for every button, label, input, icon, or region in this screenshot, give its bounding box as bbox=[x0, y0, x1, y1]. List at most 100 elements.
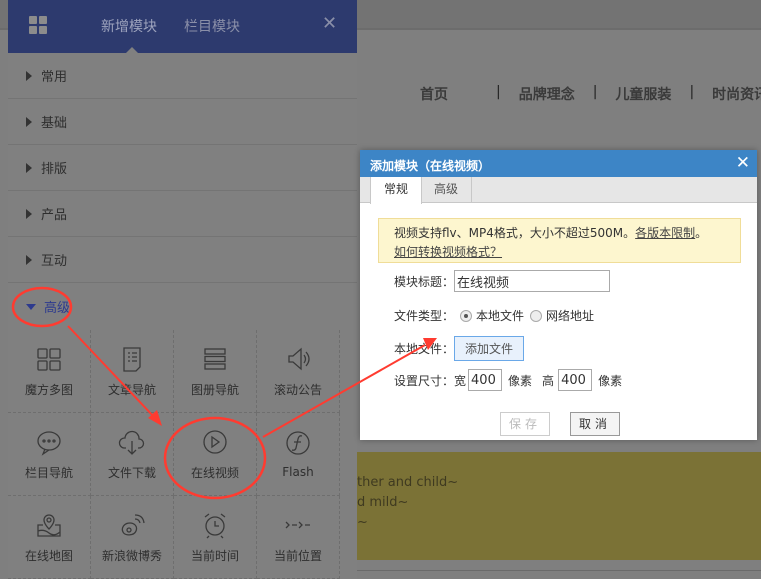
module-speaker[interactable]: 滚动公告 bbox=[257, 330, 340, 413]
stack-icon bbox=[204, 347, 226, 370]
category-layout[interactable]: 排版 bbox=[8, 145, 357, 191]
category-label: 高级 bbox=[44, 301, 71, 316]
apps-icon bbox=[29, 16, 47, 34]
radio-label: 本地文件 bbox=[476, 309, 525, 323]
module-alarm-clock[interactable]: 当前时间 bbox=[174, 496, 257, 579]
file-type-row: 文件类型： 本地文件 网络地址 bbox=[394, 307, 594, 324]
content-line: d mild~ bbox=[357, 495, 409, 510]
tab-new-module[interactable]: 新增模块 bbox=[101, 16, 157, 36]
module-map-pin[interactable]: 在线地图 bbox=[8, 496, 91, 579]
width-label: 宽 bbox=[454, 373, 467, 388]
notice-text: 视频支持flv、MP4格式，大小不超过500M。 bbox=[394, 226, 636, 240]
category-label: 基础 bbox=[41, 116, 68, 131]
category-label: 常用 bbox=[41, 70, 68, 85]
category-label: 互动 bbox=[41, 254, 68, 269]
play-circle-icon bbox=[203, 429, 227, 454]
category-label: 排版 bbox=[41, 162, 68, 177]
caret-right-icon bbox=[26, 116, 32, 127]
map-pin-icon bbox=[37, 513, 61, 537]
tab-general[interactable]: 常规 bbox=[370, 177, 423, 204]
dialog-header: 添加模块（在线视频） ✕ bbox=[360, 150, 757, 177]
panel-header: 新增模块 栏目模块 ✕ bbox=[8, 0, 357, 53]
unit-label: 像素 bbox=[598, 373, 623, 388]
module-stack[interactable]: 图册导航 bbox=[174, 330, 257, 413]
module-weibo[interactable]: 新浪微博秀 bbox=[91, 496, 174, 579]
module-title-input[interactable] bbox=[454, 270, 611, 292]
document-list-icon bbox=[123, 346, 141, 372]
module-chat-bubble[interactable]: 栏目导航 bbox=[8, 413, 91, 496]
alarm-clock-icon bbox=[204, 512, 226, 538]
local-file-row: 本地文件： 添加文件 bbox=[394, 336, 525, 361]
category-product[interactable]: 产品 bbox=[8, 191, 357, 237]
speaker-icon bbox=[288, 347, 310, 370]
category-interactive[interactable]: 互动 bbox=[8, 237, 357, 283]
content-banner: ther and child~ d mild~ ~ bbox=[357, 452, 761, 560]
radio-network-url[interactable] bbox=[530, 309, 543, 322]
category-common[interactable]: 常用 bbox=[8, 53, 357, 99]
caret-right-icon bbox=[26, 254, 32, 265]
version-limits-link[interactable]: 各版本限制 bbox=[635, 226, 695, 240]
caret-right-icon bbox=[26, 162, 32, 173]
nav-home[interactable]: 首页 bbox=[420, 84, 448, 104]
site-nav: 首页| 品牌理念| 儿童服装| 时尚资讯 bbox=[420, 84, 761, 104]
module-label: 魔方多图 bbox=[24, 382, 73, 397]
content-line: ~ bbox=[357, 515, 368, 530]
breadcrumb-arrows-icon bbox=[285, 521, 310, 528]
add-file-button[interactable]: 添加文件 bbox=[454, 336, 525, 361]
radio-label: 网络地址 bbox=[546, 309, 595, 323]
dialog-tabs: 常规 高级 bbox=[360, 177, 757, 204]
module-flash[interactable]: Flash bbox=[257, 413, 340, 496]
grid-blocks-icon bbox=[37, 347, 61, 371]
module-play-circle[interactable]: 在线视频 bbox=[174, 413, 257, 496]
module-grid: 魔方多图 文章导航 图册导航 滚动公告栏目导航 文件下载 在线视频 Flash 在线地图 新浪微… bbox=[8, 330, 357, 579]
nav-news[interactable]: 时尚资讯 bbox=[712, 84, 761, 104]
module-panel: 新增模块 栏目模块 ✕ 常用 基础 排版 产品 互动 高级 魔方多图 文章导航 图册… bbox=[8, 0, 357, 579]
caret-down-icon bbox=[26, 303, 36, 310]
module-document-list[interactable]: 文章导航 bbox=[91, 330, 174, 413]
size-row: 设置尺寸： 宽 像素 高 像素 bbox=[394, 369, 622, 391]
module-label: 在线地图 bbox=[24, 548, 73, 563]
flash-icon bbox=[286, 431, 310, 455]
radio-local-file[interactable] bbox=[460, 309, 473, 322]
active-tab-caret bbox=[126, 47, 138, 53]
title-row: 模块标题： bbox=[394, 270, 611, 292]
convert-format-link[interactable]: 如何转换视频格式？ bbox=[394, 245, 502, 259]
weibo-icon bbox=[121, 513, 145, 536]
cloud-download-icon bbox=[118, 430, 145, 455]
module-label: 在线视频 bbox=[190, 465, 239, 480]
module-label: 新浪微博秀 bbox=[101, 548, 162, 563]
caret-right-icon bbox=[26, 208, 32, 219]
tab-column-module[interactable]: 栏目模块 bbox=[184, 16, 240, 36]
title-label: 模块标题： bbox=[394, 274, 455, 289]
save-button[interactable]: 保存 bbox=[500, 412, 550, 436]
content-line: ther and child~ bbox=[357, 475, 459, 490]
module-label: 当前时间 bbox=[190, 548, 239, 563]
notice-punct: 。 bbox=[695, 226, 708, 240]
width-input[interactable] bbox=[468, 369, 503, 391]
tab-advanced[interactable]: 高级 bbox=[421, 177, 473, 203]
caret-right-icon bbox=[26, 70, 32, 81]
category-basic[interactable]: 基础 bbox=[8, 99, 357, 145]
unit-label: 像素 bbox=[508, 373, 533, 388]
close-icon[interactable]: ✕ bbox=[322, 13, 337, 34]
notice-box: 视频支持flv、MP4格式，大小不超过500M。各版本限制。 如何转换视频格式？ bbox=[378, 218, 741, 263]
module-label: 当前位置 bbox=[273, 548, 322, 563]
add-module-dialog: 添加模块（在线视频） ✕ 常规 高级 视频支持flv、MP4格式，大小不超过500… bbox=[360, 150, 757, 440]
module-breadcrumb-arrows[interactable]: 当前位置 bbox=[257, 496, 340, 579]
page-footer-line bbox=[357, 570, 761, 579]
module-cloud-download[interactable]: 文件下载 bbox=[91, 413, 174, 496]
module-grid-blocks[interactable]: 魔方多图 bbox=[8, 330, 91, 413]
nav-kids[interactable]: 儿童服装 bbox=[615, 84, 671, 104]
cancel-button[interactable]: 取消 bbox=[570, 412, 620, 436]
dialog-title: 添加模块（在线视频） bbox=[370, 159, 491, 173]
close-icon[interactable]: ✕ bbox=[736, 153, 750, 173]
chat-bubble-icon bbox=[37, 430, 61, 456]
height-input[interactable] bbox=[558, 369, 593, 391]
nav-brand[interactable]: 品牌理念 bbox=[519, 84, 575, 104]
height-label: 高 bbox=[542, 373, 555, 388]
module-label: 文章导航 bbox=[107, 382, 156, 397]
size-label: 设置尺寸： bbox=[394, 373, 455, 388]
module-label: 滚动公告 bbox=[273, 382, 322, 397]
module-label: 图册导航 bbox=[190, 382, 239, 397]
category-advanced[interactable]: 高级 bbox=[8, 283, 357, 330]
